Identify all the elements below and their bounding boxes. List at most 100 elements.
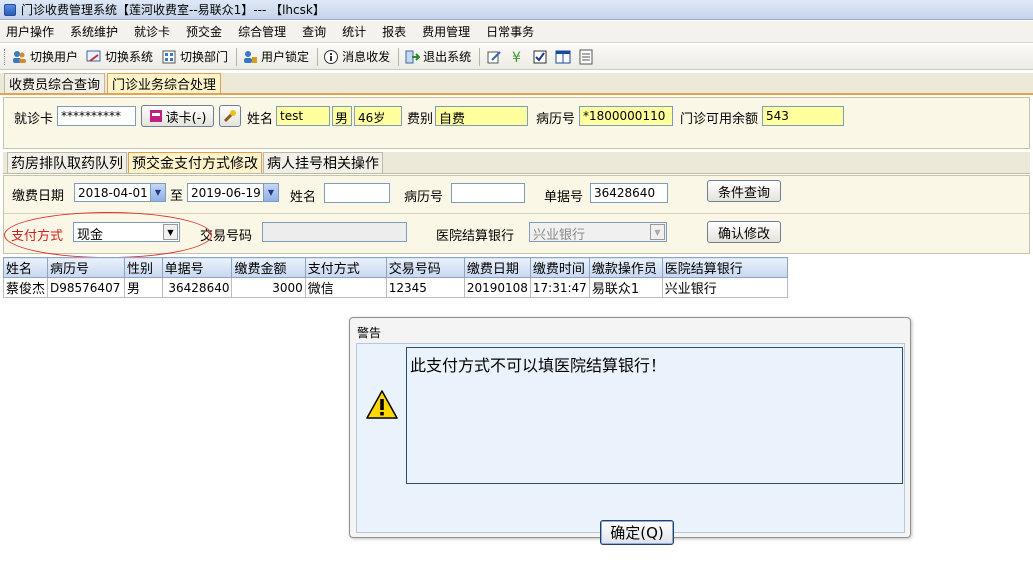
message-button[interactable]: 消息收发 (323, 48, 390, 65)
col-header[interactable]: 缴款操作员 (588, 257, 663, 278)
toolbar-separator (317, 47, 319, 66)
menu-query[interactable]: 查询 (302, 23, 326, 40)
bank-select[interactable]: 兴业银行 ▼ (529, 222, 667, 243)
money-icon[interactable]: ¥ (508, 48, 526, 66)
toolbar-grip (4, 48, 7, 65)
category-label: 费别 (407, 112, 434, 127)
menu-bar: 用户操作 系统维护 就诊卡 预交金 综合管理 查询 统计 报表 费用管理 日常事… (0, 21, 1033, 43)
cell-txn: 12345 (385, 277, 465, 298)
menu-stats[interactable]: 统计 (342, 23, 366, 40)
info-icon (323, 49, 339, 65)
users-icon (11, 49, 27, 65)
toolbar: 切换用户 切换系统 切换部门 用户锁定 消息收发 退出系统 ¥ (0, 44, 1033, 70)
to-label: 至 (170, 189, 184, 204)
col-header[interactable]: 缴费金额 (231, 257, 306, 278)
balance-field: 543 (762, 106, 844, 126)
col-header[interactable]: 单据号 (161, 257, 233, 278)
menu-fees[interactable]: 费用管理 (422, 23, 470, 40)
tab-registration-ops[interactable]: 病人挂号相关操作 (263, 152, 383, 173)
query-name-label: 姓名 (290, 190, 317, 205)
query-record-input[interactable] (451, 183, 525, 203)
payment-select[interactable]: 现金 ▼ (73, 222, 180, 243)
menu-general[interactable]: 综合管理 (238, 23, 286, 40)
gender-field[interactable]: 男 (332, 106, 352, 126)
col-header[interactable]: 交易号码 (385, 257, 465, 278)
col-header[interactable]: 病历号 (47, 257, 125, 278)
switch-system-icon (86, 49, 102, 65)
col-header[interactable]: 医院结算银行 (661, 257, 789, 278)
receipt-label: 单据号 (544, 190, 584, 205)
menu-reports[interactable]: 报表 (382, 23, 406, 40)
category-field[interactable]: 自费 (435, 106, 528, 126)
date-to-value: 2019-06-19 (191, 186, 261, 200)
txn-input[interactable] (262, 222, 407, 242)
balance-label: 门诊可用余额 (680, 112, 759, 127)
tab-outpatient-processing[interactable]: 门诊业务综合处理 (107, 73, 222, 93)
user-lock-icon (242, 49, 258, 65)
read-card-button[interactable]: 读卡(-) (141, 105, 214, 127)
record-field[interactable]: *1800000110 (579, 106, 673, 126)
department-icon (161, 49, 177, 65)
menu-daily[interactable]: 日常事务 (486, 23, 534, 40)
col-header[interactable]: 缴费日期 (463, 257, 531, 278)
query-divider (4, 213, 1029, 214)
tab-pharmacy-queue[interactable]: 药房排队取药队列 (7, 152, 127, 173)
confirm-edit-button[interactable]: 确认修改 (707, 221, 781, 243)
cell-name: 蔡俊杰 (2, 277, 49, 298)
checkbox-icon[interactable] (531, 48, 549, 66)
dialog-message: 此支付方式不可以填医院结算银行！ (406, 347, 903, 484)
message-label: 消息收发 (342, 50, 391, 64)
toolbar-separator (236, 47, 238, 66)
payment-label: 支付方式 (11, 229, 64, 244)
col-header[interactable]: 姓名 (2, 257, 49, 278)
col-header[interactable]: 支付方式 (304, 257, 387, 278)
switch-system-label: 切换系统 (105, 50, 154, 64)
edit-icon[interactable] (485, 48, 503, 66)
card-label: 就诊卡 (14, 112, 54, 127)
bank-value: 兴业银行 (533, 228, 586, 243)
col-header[interactable]: 性别 (123, 257, 163, 278)
tab-prepay-payment-edit[interactable]: 预交金支付方式修改 (128, 152, 262, 173)
name-field[interactable]: test (276, 106, 330, 126)
switch-user-button[interactable]: 切换用户 (11, 48, 78, 65)
brush-button[interactable] (219, 105, 241, 127)
query-name-input[interactable] (324, 183, 390, 203)
chevron-down-icon[interactable]: ▼ (263, 184, 278, 201)
menu-user-ops[interactable]: 用户操作 (6, 23, 54, 40)
tab-cashier-query[interactable]: 收费员综合查询 (4, 73, 106, 93)
warning-icon (365, 389, 399, 421)
receipt-input[interactable]: 36428640 (590, 183, 668, 203)
user-lock-button[interactable]: 用户锁定 (242, 48, 309, 65)
card-number-field[interactable]: ********** (57, 106, 136, 126)
menu-prepay[interactable]: 预交金 (186, 23, 222, 40)
col-header[interactable]: 缴费时间 (529, 257, 590, 278)
switch-dept-button[interactable]: 切换部门 (161, 48, 228, 65)
exit-icon (404, 49, 421, 65)
dialog-body: 此支付方式不可以填医院结算银行！ 确定(Q) (356, 343, 905, 545)
switch-system-button[interactable]: 切换系统 (86, 48, 153, 65)
exit-button[interactable]: 退出系统 (404, 48, 471, 65)
chevron-down-icon[interactable]: ▼ (163, 224, 178, 240)
cell-gender: 男 (123, 277, 163, 298)
read-card-label: 读卡(-) (165, 110, 207, 126)
cell-time: 17:31:47 (529, 277, 590, 298)
age-field[interactable]: 46岁 (354, 106, 402, 126)
brush-icon (223, 109, 237, 123)
search-button[interactable]: 条件查询 (707, 180, 781, 202)
switch-user-label: 切换用户 (30, 50, 79, 64)
app-icon (4, 3, 16, 16)
table-row[interactable]: 蔡俊杰 D98576407 男 36428640 3000 微信 12345 2… (2, 277, 789, 298)
window-icon[interactable] (577, 48, 595, 66)
menu-system[interactable]: 系统维护 (70, 23, 118, 40)
columns-icon[interactable] (554, 48, 572, 66)
chevron-down-icon[interactable]: ▼ (150, 184, 165, 201)
date-from-picker[interactable]: 2018-04-01 ▼ (74, 183, 166, 202)
ok-button[interactable]: 确定(Q) (600, 520, 674, 545)
menu-card[interactable]: 就诊卡 (134, 23, 170, 40)
svg-text:¥: ¥ (512, 50, 521, 65)
sub-tab-bar: 药房排队取药队列 预交金支付方式修改 病人挂号相关操作 (3, 152, 1030, 174)
query-panel: 缴费日期 2018-04-01 ▼ 至 2019-06-19 ▼ 姓名 病历号 … (3, 175, 1030, 254)
toolbar-separator (479, 47, 481, 66)
date-to-picker[interactable]: 2019-06-19 ▼ (187, 183, 279, 202)
card-reader-icon (149, 109, 163, 123)
